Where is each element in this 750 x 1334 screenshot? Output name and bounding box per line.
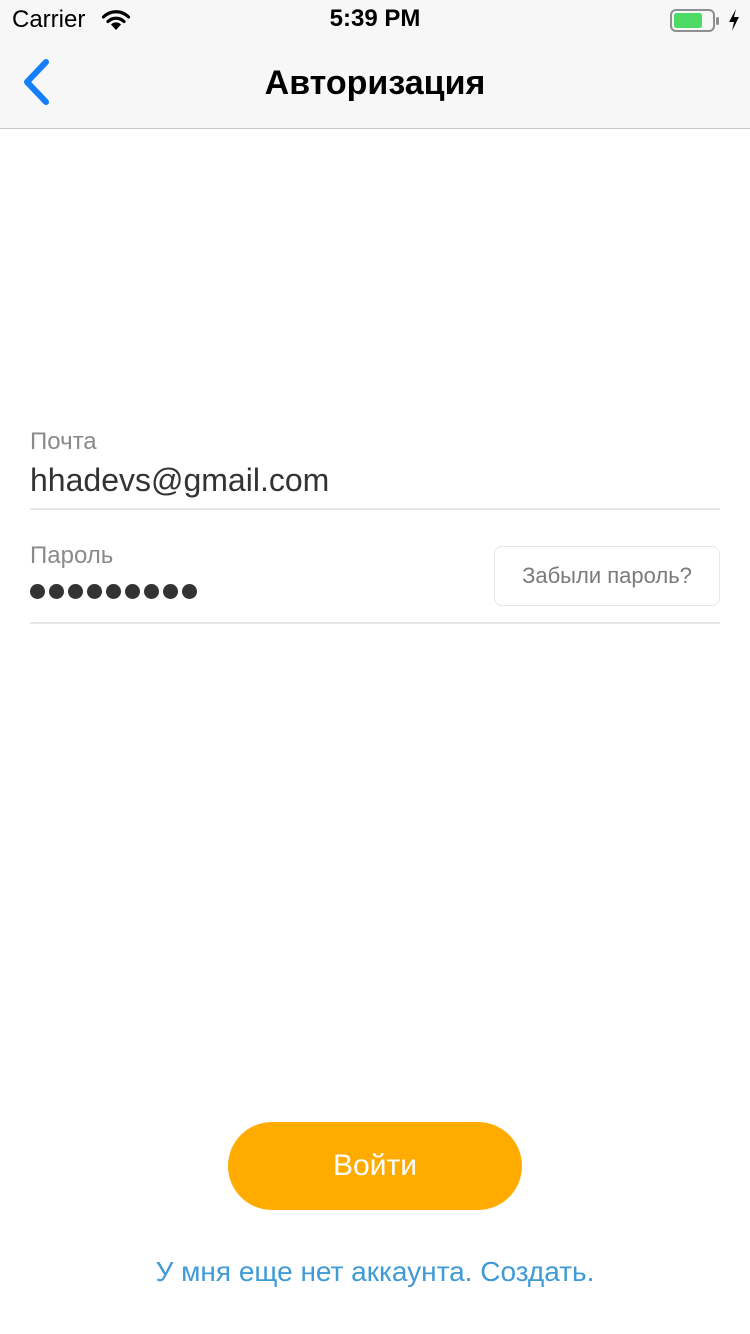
email-field-group: Почта [30, 420, 720, 510]
password-mask-dot [87, 583, 102, 599]
password-mask-dot [163, 583, 178, 599]
password-field-group: Пароль Забыли пароль? [30, 534, 720, 624]
battery-icon [670, 9, 720, 33]
email-input[interactable] [30, 462, 470, 499]
password-mask-dot [182, 583, 197, 599]
password-label: Пароль [30, 542, 114, 569]
password-mask-dot [144, 583, 159, 599]
clock-label: 5:39 PM [329, 5, 421, 32]
login-button[interactable]: Войти [228, 1122, 522, 1210]
email-label: Почта [30, 428, 97, 455]
login-screen: Carrier 5:39 PM Авторизация Почта hhadev… [0, 0, 750, 1334]
status-bar: Carrier 5:39 PM [0, 0, 750, 40]
password-mask-dot [49, 583, 64, 599]
password-mask-dot [30, 583, 45, 599]
navigation-bar: Авторизация [0, 40, 750, 129]
charging-bolt-icon [727, 8, 741, 32]
forgot-password-button[interactable]: Забыли пароль? [494, 546, 720, 606]
password-mask-dot [125, 583, 140, 599]
page-title: Авторизация [264, 64, 486, 102]
password-input[interactable] [30, 576, 197, 606]
create-account-link[interactable]: У мня еще нет аккаунта. Создать. [0, 1256, 750, 1288]
password-mask-dot [68, 583, 83, 599]
password-mask-dot [106, 583, 121, 599]
